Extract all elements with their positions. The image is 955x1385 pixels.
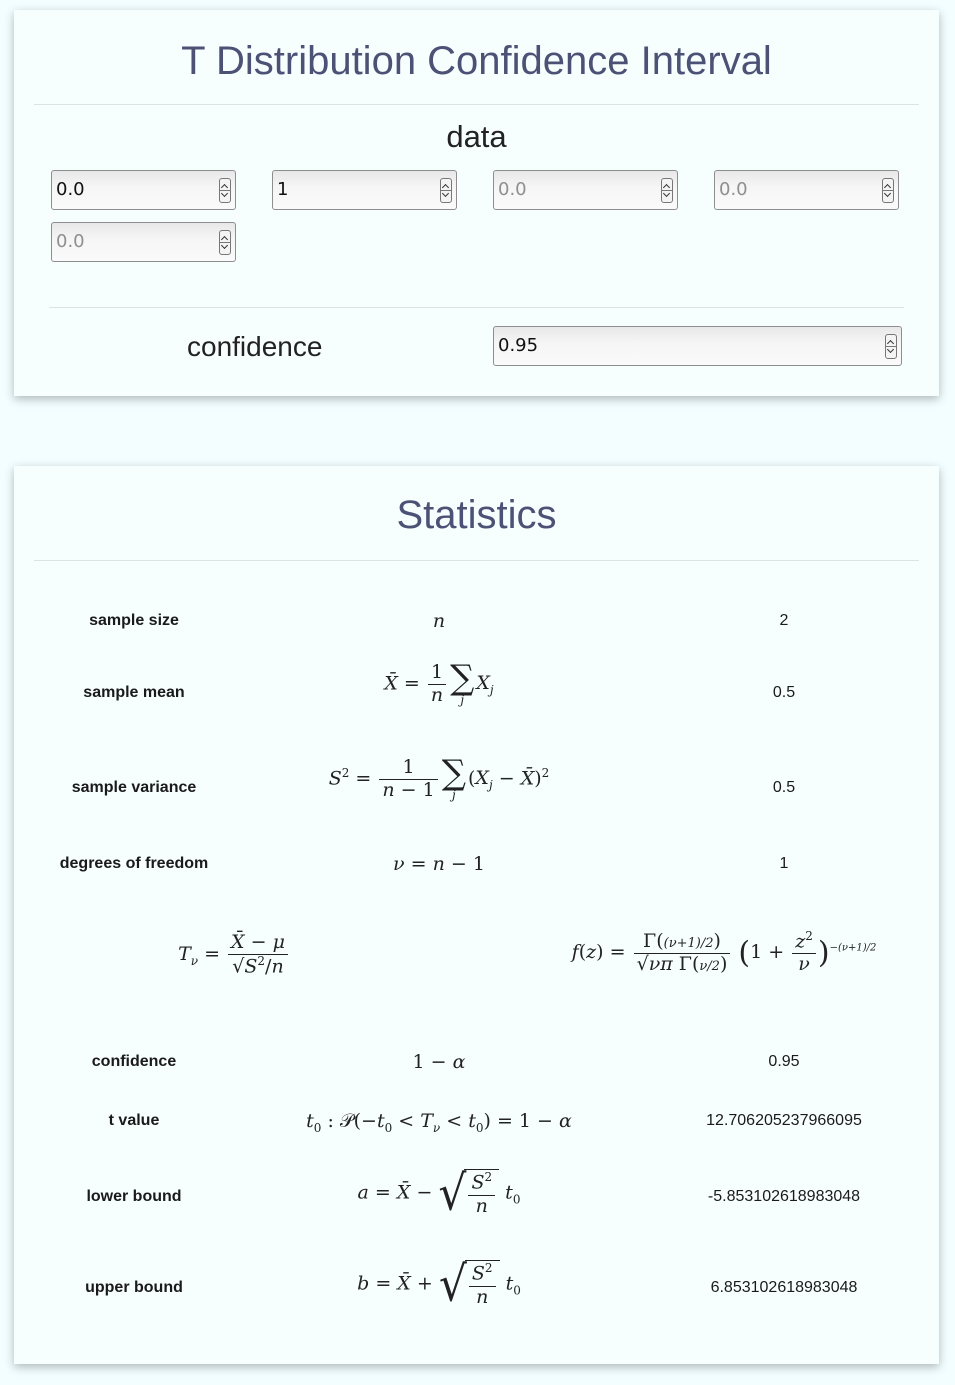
- data-input-3-placeholder: 0.0: [498, 179, 527, 200]
- formula-t-value: t0 : 𝒫(−t0 < Tν < t0) = 1 − α: [306, 1110, 572, 1135]
- row-label-sample-mean: sample mean: [83, 684, 185, 701]
- data-input-4-placeholder: 0.0: [719, 179, 748, 200]
- row-label-upper-bound: upper bound: [85, 1279, 183, 1296]
- confidence-label: confidence: [187, 331, 323, 362]
- input-card: T Distribution Confidence Interval data …: [14, 10, 939, 396]
- page-title: T Distribution Confidence Interval: [181, 39, 772, 83]
- data-input-3[interactable]: 0.0: [493, 170, 678, 210]
- row-label-confidence: confidence: [91, 1053, 177, 1070]
- formula-t-statistic: Tν = X̄ − μ √S2/n: [94, 931, 374, 978]
- value-upper-bound: 6.853102618983048: [710, 1279, 858, 1296]
- data-input-5[interactable]: 0.0: [51, 222, 236, 262]
- data-input-5-placeholder: 0.0: [56, 231, 85, 252]
- formula-t-pdf: f(z) = Γ((ν+1)/2) √νπ Γ(ν/2) (1 + z2 ν)−(ν…: [571, 929, 877, 976]
- confidence-input[interactable]: 0.95: [493, 326, 902, 366]
- spinner-icon[interactable]: [440, 178, 452, 203]
- spinner-icon[interactable]: [219, 230, 231, 255]
- row-label-t-value: t value: [108, 1112, 160, 1129]
- divider: [49, 307, 904, 308]
- spinner-icon[interactable]: [219, 178, 231, 203]
- divider: [34, 104, 919, 105]
- value-degrees-of-freedom: 1: [779, 855, 789, 872]
- formula-degrees-of-freedom: ν = n − 1: [393, 853, 485, 875]
- formula-confidence: 1 − α: [412, 1051, 466, 1073]
- data-input-1-value: 0.0: [56, 179, 85, 200]
- data-input-2[interactable]: 1: [272, 170, 457, 210]
- confidence-input-value: 0.95: [498, 335, 539, 356]
- statistics-title: Statistics: [396, 493, 557, 537]
- formula-upper-bound: b = X̄ + √ S2 n t0: [357, 1256, 521, 1313]
- value-lower-bound: -5.853102618983048: [707, 1188, 861, 1205]
- data-label: data: [446, 119, 507, 154]
- row-label-sample-size: sample size: [89, 612, 179, 629]
- row-label-degrees-of-freedom: degrees of freedom: [59, 855, 209, 872]
- value-sample-size: 2: [779, 612, 789, 629]
- value-confidence: 0.95: [768, 1053, 800, 1070]
- row-label-sample-variance: sample variance: [71, 779, 197, 796]
- spinner-icon[interactable]: [661, 178, 673, 203]
- value-t-value: 12.706205237966095: [706, 1112, 862, 1129]
- divider: [34, 560, 919, 561]
- data-input-4[interactable]: 0.0: [714, 170, 899, 210]
- formula-lower-bound: a = X̄ − √ S2 n t0: [357, 1165, 521, 1222]
- formula-sample-mean: X̄ = 1 n ∑ j Xj: [384, 658, 494, 707]
- data-input-1[interactable]: 0.0: [51, 170, 236, 210]
- data-input-2-value: 1: [277, 179, 289, 200]
- row-label-lower-bound: lower bound: [86, 1188, 182, 1205]
- formula-sample-size: n: [432, 610, 446, 632]
- formula-sample-variance: S2 = 1n − 1 ∑ j (Xj − X̄)2: [328, 753, 550, 802]
- spinner-icon[interactable]: [882, 178, 894, 203]
- statistics-card: Statistics sample size n 2 sample mean X…: [14, 466, 939, 1364]
- value-sample-variance: 0.5: [772, 779, 796, 796]
- spinner-icon[interactable]: [885, 334, 897, 359]
- value-sample-mean: 0.5: [772, 684, 796, 701]
